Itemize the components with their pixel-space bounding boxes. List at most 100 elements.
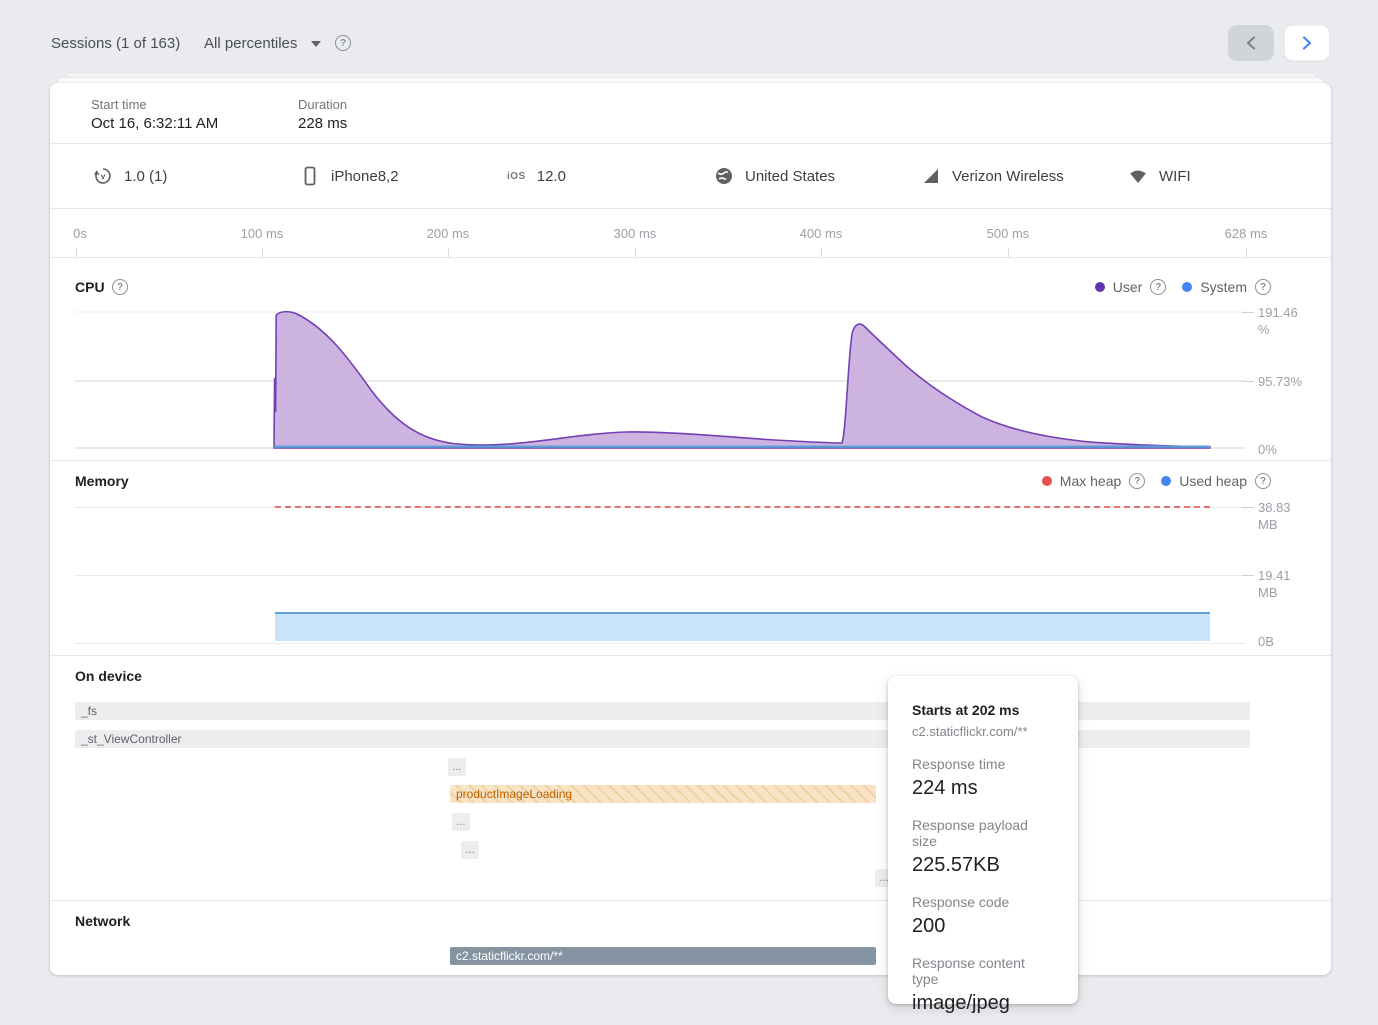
- sessions-count-label: Sessions (1 of 163): [51, 35, 180, 52]
- max-heap-legend-dot: [1042, 476, 1052, 486]
- svg-text:v: v: [101, 172, 106, 181]
- divider: [50, 257, 1331, 258]
- os-version-value: 12.0: [537, 168, 566, 185]
- cpu-y-label-zero: 0%: [1258, 441, 1277, 458]
- ruler-tick-0: 0s: [40, 226, 120, 241]
- tooltip-url: c2.staticflickr.com/**: [912, 724, 1054, 739]
- cpu-y-label-max: 191.46%: [1258, 304, 1298, 338]
- network-section-title: Network: [75, 913, 130, 929]
- used-heap-bar[interactable]: [275, 612, 1210, 641]
- chevron-left-icon: [1246, 36, 1256, 50]
- system-legend-dot: [1182, 282, 1192, 292]
- percentiles-dropdown-label: All percentiles: [204, 35, 297, 52]
- app-version-item: v 1.0 (1): [93, 163, 167, 189]
- max-heap-dashed-line: [275, 506, 1210, 508]
- memory-legend: Max heap ? Used heap ?: [1042, 473, 1271, 489]
- divider: [50, 143, 1331, 144]
- memory-gridline: [75, 575, 1245, 576]
- memory-y-tick: [1242, 575, 1254, 576]
- trace-bar-collapsed[interactable]: ...: [448, 758, 466, 776]
- connection-item: WIFI: [1128, 163, 1191, 189]
- ruler-tickmark: [821, 248, 822, 257]
- device-model-value: iPhone8,2: [331, 168, 399, 185]
- ruler-tick-1: 100 ms: [222, 226, 302, 241]
- system-legend-label: System: [1200, 279, 1247, 295]
- next-session-button[interactable]: [1284, 25, 1330, 61]
- app-version-icon: v: [93, 166, 113, 186]
- divider: [50, 655, 1331, 656]
- cpu-legend: User ? System ?: [1095, 279, 1271, 295]
- divider: [50, 208, 1331, 209]
- chevron-down-icon: [311, 41, 321, 47]
- content-type-label: Response content type: [912, 955, 1054, 987]
- memory-y-label-zero: 0B: [1258, 633, 1274, 650]
- globe-icon: [714, 166, 734, 186]
- session-card: Start time Oct 16, 6:32:11 AM Duration 2…: [50, 83, 1331, 975]
- signal-icon: [921, 166, 941, 186]
- response-time-label: Response time: [912, 756, 1054, 772]
- content-type-value: image/jpeg: [912, 992, 1054, 1015]
- percentiles-dropdown[interactable]: All percentiles: [204, 35, 321, 52]
- memory-y-tick: [1242, 507, 1254, 508]
- wifi-icon: [1128, 166, 1148, 186]
- os-version-item: iOS 12.0: [507, 163, 566, 189]
- sessions-help-icon[interactable]: ?: [335, 35, 351, 51]
- cpu-y-label-mid: 95.73%: [1258, 373, 1302, 390]
- cpu-help-icon[interactable]: ?: [112, 279, 128, 295]
- ruler-tickmark: [1008, 248, 1009, 257]
- phone-icon: [300, 166, 320, 186]
- ios-icon: iOS: [507, 171, 526, 182]
- user-legend-dot: [1095, 282, 1105, 292]
- ruler-tick-2: 200 ms: [408, 226, 488, 241]
- used-heap-help-icon[interactable]: ?: [1255, 473, 1271, 489]
- divider: [50, 900, 1331, 901]
- cpu-usage-chart[interactable]: [75, 300, 1245, 450]
- max-heap-help-icon[interactable]: ?: [1129, 473, 1145, 489]
- device-model-item: iPhone8,2: [300, 163, 399, 189]
- trace-bar-product-image-loading[interactable]: productImageLoading: [450, 785, 876, 803]
- user-legend-label: User: [1113, 279, 1143, 295]
- memory-gridline: [75, 643, 1245, 644]
- max-heap-legend-label: Max heap: [1060, 473, 1121, 489]
- ruler-tickmark: [76, 248, 77, 257]
- used-heap-legend-dot: [1161, 476, 1171, 486]
- connection-value: WIFI: [1159, 168, 1191, 185]
- response-time-value: 224 ms: [912, 777, 1054, 800]
- cpu-y-tick: [1242, 381, 1254, 382]
- trace-bar-collapsed[interactable]: ...: [452, 813, 470, 831]
- on-device-section-title: On device: [75, 668, 142, 684]
- country-value: United States: [745, 168, 835, 185]
- response-code-label: Response code: [912, 894, 1054, 910]
- memory-y-label-max: 38.83MB: [1258, 499, 1291, 533]
- used-heap-legend-label: Used heap: [1179, 473, 1247, 489]
- start-time-label: Start time: [91, 97, 147, 112]
- payload-size-label: Response payload size: [912, 817, 1054, 849]
- ruler-tick-3: 300 ms: [595, 226, 675, 241]
- cpu-user-area: [274, 312, 1210, 448]
- network-request-bar[interactable]: c2.staticflickr.com/**: [450, 947, 876, 965]
- chevron-right-icon: [1302, 36, 1312, 50]
- system-help-icon[interactable]: ?: [1255, 279, 1271, 295]
- ruler-tick-4: 400 ms: [781, 226, 861, 241]
- ruler-tickmark: [635, 248, 636, 257]
- start-time-value: Oct 16, 6:32:11 AM: [91, 115, 218, 132]
- divider: [50, 460, 1331, 461]
- ruler-tick-5: 500 ms: [968, 226, 1048, 241]
- country-item: United States: [714, 163, 835, 189]
- response-code-value: 200: [912, 915, 1054, 938]
- tooltip-start-time: Starts at 202 ms: [912, 702, 1054, 718]
- carrier-value: Verizon Wireless: [952, 168, 1064, 185]
- ruler-tickmark: [448, 248, 449, 257]
- memory-y-label-mid: 19.41MB: [1258, 567, 1291, 601]
- ruler-tick-6: 628 ms: [1206, 226, 1286, 241]
- ruler-tickmark: [262, 248, 263, 257]
- cpu-section-title: CPU: [75, 279, 105, 295]
- network-request-tooltip: Starts at 202 ms c2.staticflickr.com/** …: [888, 676, 1078, 1004]
- user-help-icon[interactable]: ?: [1150, 279, 1166, 295]
- duration-value: 228 ms: [298, 115, 347, 132]
- carrier-item: Verizon Wireless: [921, 163, 1064, 189]
- cpu-y-tick: [1242, 312, 1254, 313]
- previous-session-button[interactable]: [1228, 25, 1274, 61]
- memory-section-title: Memory: [75, 473, 129, 489]
- trace-bar-collapsed[interactable]: ...: [461, 841, 479, 859]
